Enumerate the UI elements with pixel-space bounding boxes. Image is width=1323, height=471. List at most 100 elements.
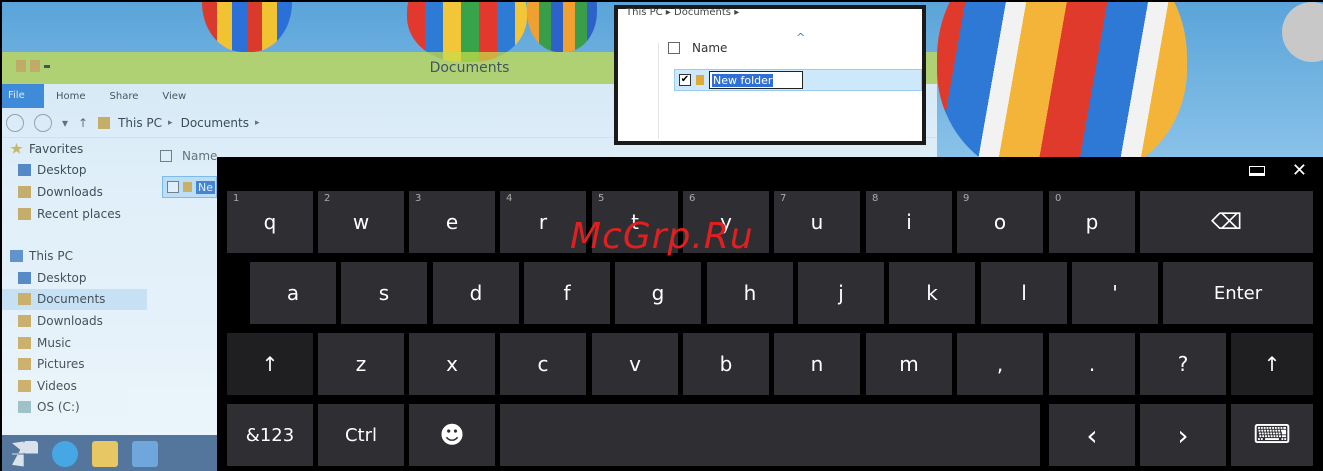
key-d[interactable]: d bbox=[433, 262, 519, 324]
up-button[interactable]: ↑ bbox=[78, 116, 88, 130]
symbols-key[interactable]: &123 bbox=[227, 404, 313, 466]
key-m[interactable]: m bbox=[866, 333, 952, 395]
inset-breadcrumb: This PC ▸ Documents ▸ bbox=[626, 7, 740, 18]
key-n[interactable]: n bbox=[774, 333, 860, 395]
downloads-icon bbox=[18, 185, 31, 198]
key-g[interactable]: g bbox=[615, 262, 701, 324]
tab-share[interactable]: Share bbox=[98, 84, 151, 108]
videos-icon bbox=[18, 379, 31, 392]
back-button[interactable] bbox=[6, 113, 24, 132]
key-question[interactable]: ? bbox=[1140, 333, 1226, 395]
key-k[interactable]: k bbox=[889, 262, 975, 324]
shift-right-key[interactable]: ↑ bbox=[1231, 333, 1313, 395]
nav-item-documents[interactable]: Documents bbox=[2, 288, 147, 311]
forward-button[interactable] bbox=[34, 113, 52, 132]
row-checkbox[interactable] bbox=[167, 181, 179, 193]
key-number-hint: 0 bbox=[1055, 193, 1062, 204]
key-x[interactable]: x bbox=[409, 333, 495, 395]
key-h[interactable]: h bbox=[707, 262, 793, 324]
nav-item-pictures[interactable]: Pictures bbox=[2, 353, 147, 375]
key-label: ☻ bbox=[439, 421, 465, 449]
space-key[interactable] bbox=[500, 404, 1040, 466]
key-j[interactable]: j bbox=[798, 262, 884, 324]
nav-label: Favorites bbox=[29, 141, 84, 156]
breadcrumb-separator-icon[interactable]: ▸ bbox=[168, 118, 173, 128]
touch-keyboard-icon[interactable] bbox=[132, 441, 158, 467]
key-label: n bbox=[810, 352, 824, 376]
nav-item-music[interactable]: Music bbox=[2, 332, 147, 354]
key-label: . bbox=[1088, 352, 1096, 376]
file-explorer-icon[interactable] bbox=[92, 441, 118, 467]
folder-icon bbox=[183, 182, 192, 192]
key-label: ↑ bbox=[261, 352, 279, 376]
key-b[interactable]: b bbox=[683, 333, 769, 395]
nav-item-desktop[interactable]: Desktop bbox=[2, 267, 147, 289]
dock-icon[interactable] bbox=[1249, 166, 1265, 176]
key-label: ‹ bbox=[1086, 418, 1098, 452]
desktop-icon bbox=[18, 164, 31, 177]
taskbar bbox=[2, 435, 217, 471]
breadcrumb-this-pc[interactable]: This PC bbox=[118, 116, 162, 130]
emoji-key[interactable]: ☻ bbox=[409, 404, 495, 466]
file-row-new-folder[interactable]: Ne bbox=[162, 176, 217, 198]
keyboard-layout-key[interactable]: ⌨ bbox=[1231, 404, 1313, 466]
key-label: s bbox=[378, 281, 390, 305]
tab-view[interactable]: View bbox=[150, 84, 198, 108]
key-f[interactable]: f bbox=[524, 262, 610, 324]
key-label: d bbox=[469, 281, 483, 305]
nav-item-recent-places[interactable]: Recent places bbox=[2, 203, 147, 225]
key-q[interactable]: 1q bbox=[227, 191, 313, 253]
key-z[interactable]: z bbox=[318, 333, 404, 395]
tab-home[interactable]: Home bbox=[44, 84, 98, 108]
inset-file-row[interactable]: ✔ New folder bbox=[674, 69, 922, 91]
nav-item-downloads[interactable]: Downloads bbox=[2, 181, 147, 203]
key-label: m bbox=[899, 352, 919, 376]
breadcrumb-documents[interactable]: Documents bbox=[181, 116, 249, 130]
start-icon[interactable] bbox=[12, 441, 38, 467]
internet-explorer-icon[interactable] bbox=[52, 441, 78, 467]
column-header-name[interactable]: Name bbox=[160, 149, 217, 163]
key-o[interactable]: 9o bbox=[957, 191, 1043, 253]
nav-item-desktop[interactable]: Desktop bbox=[2, 160, 147, 182]
balloon-image bbox=[527, 2, 597, 52]
select-all-checkbox[interactable] bbox=[668, 42, 680, 54]
row-checkbox-checked[interactable]: ✔ bbox=[679, 74, 691, 86]
breadcrumb-separator-icon[interactable]: ▸ bbox=[255, 118, 260, 128]
nav-label: Recent places bbox=[37, 206, 121, 221]
recent-locations-icon[interactable]: ▾ bbox=[62, 116, 68, 130]
key-a[interactable]: a bbox=[250, 262, 336, 324]
key-i[interactable]: 8i bbox=[866, 191, 952, 253]
key-u[interactable]: 7u bbox=[774, 191, 860, 253]
navigation-pane: Favorites Desktop Downloads Recent place… bbox=[2, 138, 147, 418]
key-w[interactable]: 2w bbox=[318, 191, 404, 253]
inset-column-header[interactable]: Name bbox=[668, 41, 727, 55]
key-s[interactable]: s bbox=[341, 262, 427, 324]
select-all-checkbox[interactable] bbox=[160, 150, 172, 162]
close-icon[interactable]: ✕ bbox=[1292, 160, 1307, 181]
ctrl-key[interactable]: Ctrl bbox=[318, 404, 404, 466]
rename-field-partial[interactable]: Ne bbox=[196, 180, 215, 194]
key-l[interactable]: l bbox=[981, 262, 1067, 324]
enter-key[interactable]: Enter bbox=[1163, 262, 1313, 324]
nav-item-downloads[interactable]: Downloads bbox=[2, 310, 147, 332]
key-p[interactable]: 0p bbox=[1049, 191, 1135, 253]
key-label: Enter bbox=[1213, 282, 1263, 304]
backspace-key[interactable]: ⌫ bbox=[1140, 191, 1313, 253]
rename-input[interactable]: New folder bbox=[709, 71, 803, 89]
nav-favorites[interactable]: Favorites bbox=[2, 138, 147, 160]
key-comma[interactable]: , bbox=[957, 333, 1043, 395]
shift-left-key[interactable]: ↑ bbox=[227, 333, 313, 395]
nav-item-os-drive[interactable]: OS (C:) bbox=[2, 397, 147, 419]
key-c[interactable]: c bbox=[500, 333, 586, 395]
key-apostrophe[interactable]: ' bbox=[1072, 262, 1158, 324]
key-e[interactable]: 3e bbox=[409, 191, 495, 253]
arrow-left-key[interactable]: ‹ bbox=[1049, 404, 1135, 466]
nav-item-videos[interactable]: Videos bbox=[2, 375, 147, 397]
desktop-icon bbox=[18, 271, 31, 284]
key-period[interactable]: . bbox=[1049, 333, 1135, 395]
arrow-right-key[interactable]: › bbox=[1140, 404, 1226, 466]
nav-this-pc[interactable]: This PC bbox=[2, 245, 147, 267]
key-label: ↑ bbox=[1263, 352, 1281, 376]
tab-file[interactable]: File bbox=[2, 84, 44, 108]
key-v[interactable]: v bbox=[592, 333, 678, 395]
